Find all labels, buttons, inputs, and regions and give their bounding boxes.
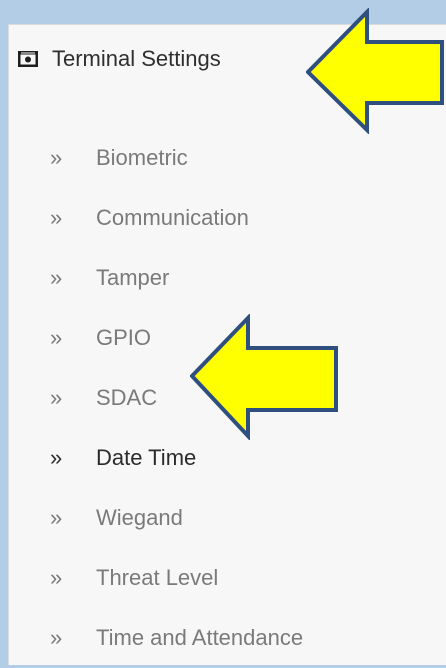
chevron-icon: »: [50, 325, 63, 350]
chevron-icon: »: [50, 565, 63, 590]
menu-item-label: Communication: [96, 205, 249, 230]
menu-item-label: Tamper: [96, 265, 170, 290]
chevron-icon: »: [50, 625, 63, 650]
menu-item-time-and-attendance[interactable]: » Time and Attendance: [50, 608, 303, 668]
menu-item-wiegand[interactable]: » Wiegand: [50, 488, 303, 548]
menu-item-threat-level[interactable]: » Threat Level: [50, 548, 303, 608]
menu-item-label: Wiegand: [96, 505, 183, 530]
menu-item-label: SDAC: [96, 385, 158, 410]
arrow-pointer-sdac-icon: [190, 314, 338, 440]
menu-item-biometric[interactable]: » Biometric: [50, 128, 303, 188]
terminal-settings-label: Terminal Settings: [52, 46, 221, 71]
menu-item-label: Threat Level: [96, 565, 219, 590]
chevron-icon: »: [50, 505, 63, 530]
menu-item-tamper[interactable]: » Tamper: [50, 248, 303, 308]
camera-icon: [18, 51, 38, 67]
menu-item-label: Date Time: [96, 445, 197, 470]
menu-item-label: Time and Attendance: [96, 625, 304, 650]
chevron-icon: »: [50, 205, 63, 230]
menu-item-label: GPIO: [96, 325, 152, 350]
chevron-icon: »: [50, 145, 63, 170]
chevron-icon: »: [50, 445, 63, 470]
arrow-pointer-header-icon: [306, 8, 444, 134]
menu-item-communication[interactable]: » Communication: [50, 188, 303, 248]
menu-item-label: Biometric: [96, 145, 188, 170]
chevron-icon: »: [50, 265, 63, 290]
chevron-icon: »: [50, 385, 63, 410]
terminal-settings-header[interactable]: Terminal Settings: [18, 44, 221, 74]
